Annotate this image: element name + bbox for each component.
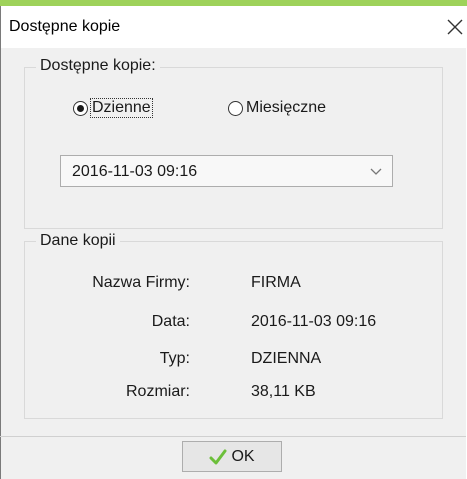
radio-daily[interactable]: Dzienne xyxy=(73,98,153,118)
ok-button[interactable]: OK xyxy=(182,441,282,472)
radio-monthly-label: Miesięczne xyxy=(246,99,327,116)
ok-button-label: OK xyxy=(231,447,255,465)
size-label: Rozmiar: xyxy=(125,383,190,400)
radio-daily-label: Dzienne xyxy=(90,98,153,118)
copy-date-select[interactable]: 2016-11-03 09:16 xyxy=(60,155,393,187)
size-value: 38,11 KB xyxy=(251,383,316,400)
title-bar: Dostępne kopie xyxy=(1,6,467,48)
type-label: Typ: xyxy=(159,350,190,367)
copy-date-select-value: 2016-11-03 09:16 xyxy=(72,163,198,180)
chevron-down-icon[interactable] xyxy=(370,166,382,176)
close-icon[interactable] xyxy=(446,18,464,36)
company-name-value: FIRMA xyxy=(251,274,301,291)
type-value: DZIENNA xyxy=(251,350,322,367)
radio-daily-indicator[interactable] xyxy=(73,100,88,116)
window-title: Dostępne kopie xyxy=(9,18,121,35)
available-copies-group-label: Dostępne kopie: xyxy=(36,57,160,75)
company-name-label: Nazwa Firmy: xyxy=(92,274,190,291)
check-icon xyxy=(209,449,227,464)
date-value: 2016-11-03 09:16 xyxy=(251,313,377,330)
available-copies-group xyxy=(24,67,443,229)
radio-monthly[interactable]: Miesięczne xyxy=(228,99,326,117)
radio-monthly-indicator[interactable] xyxy=(228,100,243,116)
copy-details-group-label: Dane kopii xyxy=(36,232,120,250)
date-label: Data: xyxy=(151,313,190,330)
